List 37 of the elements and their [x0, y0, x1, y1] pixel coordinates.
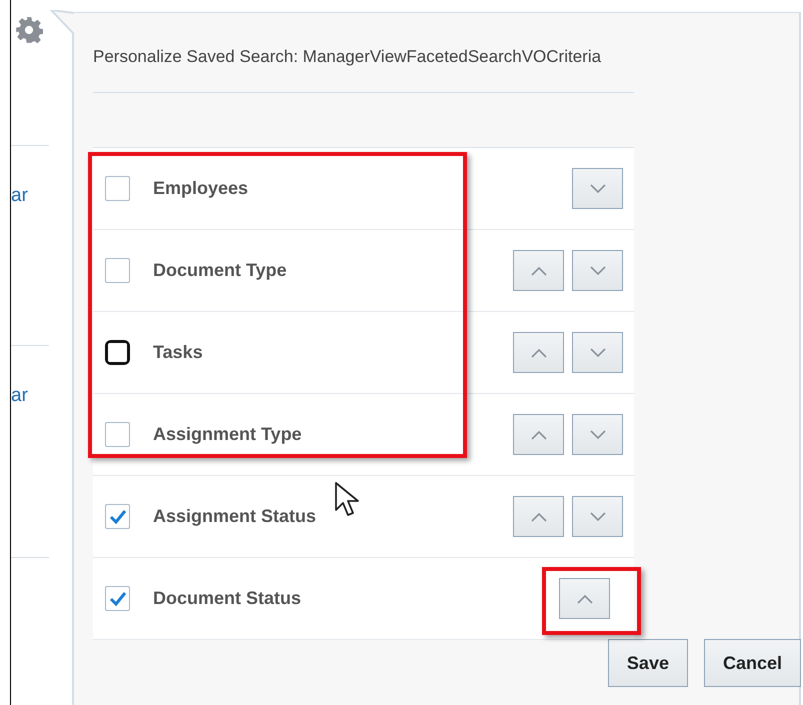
chevron-up-icon: [530, 512, 546, 522]
chevron-down-icon: [590, 430, 606, 440]
move-down-button[interactable]: [572, 332, 623, 373]
checkbox[interactable]: [105, 504, 130, 529]
checkbox[interactable]: [105, 422, 130, 447]
move-down-button[interactable]: [572, 414, 623, 455]
move-up-button[interactable]: [513, 496, 564, 537]
gear-icon[interactable]: [15, 16, 43, 44]
item-label: Employees: [153, 177, 248, 200]
action-button[interactable]: Cancel: [704, 639, 801, 687]
move-down-button[interactable]: [572, 496, 623, 537]
move-up-button[interactable]: [513, 332, 564, 373]
chevron-up-icon: [530, 266, 546, 276]
checkbox[interactable]: [105, 176, 130, 201]
move-down-button[interactable]: [572, 168, 623, 209]
chevron-up-icon: [576, 594, 592, 604]
checkbox[interactable]: [105, 258, 130, 283]
chevron-down-icon: [590, 348, 606, 358]
link-text[interactable]: ar: [11, 386, 33, 405]
chevron-up-icon: [530, 430, 546, 440]
link-text[interactable]: ar: [11, 186, 33, 205]
item-label: Assignment Type: [153, 423, 302, 446]
item-label: Document Status: [153, 587, 302, 610]
checkbox[interactable]: [105, 586, 130, 611]
move-up-button[interactable]: [513, 414, 564, 455]
action-button[interactable]: Save: [608, 639, 688, 687]
chevron-down-icon: [590, 512, 606, 522]
item-label: Tasks: [153, 341, 203, 364]
chevron-down-icon: [590, 266, 606, 276]
move-up-button[interactable]: [559, 578, 610, 619]
item-label: Assignment Status: [153, 505, 316, 528]
move-down-button[interactable]: [572, 250, 623, 291]
item-label: Document Type: [153, 259, 287, 282]
dialog-title: Personalize Saved Search: ManagerViewFacetedSearchVOCriteria: [93, 46, 602, 68]
chevron-down-icon: [590, 184, 606, 194]
chevron-up-icon: [530, 348, 546, 358]
move-up-button[interactable]: [513, 250, 564, 291]
